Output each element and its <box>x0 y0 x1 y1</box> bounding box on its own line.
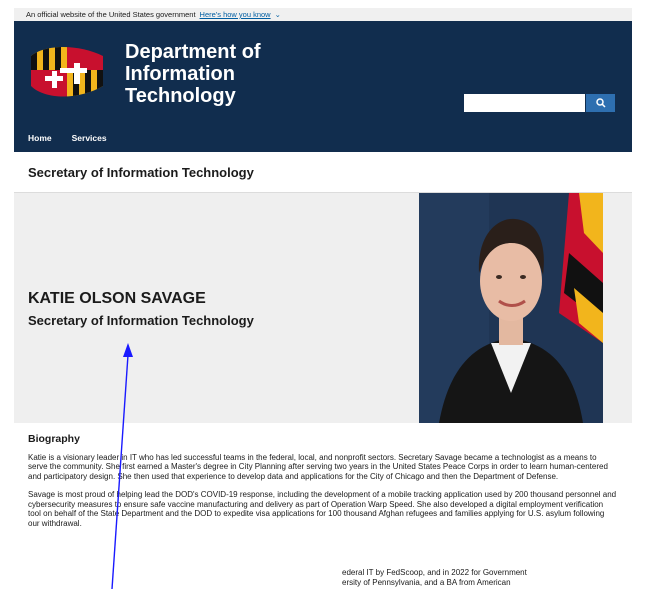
partially-visible-text: ederal IT by FedScoop, and in 2022 for G… <box>342 568 527 587</box>
site-header: Department of Information Technology Hom… <box>14 21 632 152</box>
nav-item-home[interactable]: Home <box>28 133 52 143</box>
gov-banner-text: An official website of the United States… <box>26 10 196 19</box>
portrait-photo <box>419 193 603 423</box>
brand-line: Technology <box>125 85 236 107</box>
page-title-bar: Secretary of Information Technology <box>14 152 632 193</box>
overlay-panel: ederal IT by FedScoop, and in 2022 for G… <box>0 566 646 589</box>
partial-line: ederal IT by FedScoop, and in 2022 for G… <box>342 568 527 577</box>
search-input[interactable] <box>464 94 585 112</box>
brand-line: Department of <box>125 41 261 63</box>
hero-name: KATIE OLSON SAVAGE <box>28 290 206 307</box>
biography-heading: Biography <box>28 433 80 445</box>
maryland-flag-logo-icon[interactable] <box>27 42 107 98</box>
page-title: Secretary of Information Technology <box>28 165 254 180</box>
biography-section: Biography Katie is a visionary leader in… <box>28 433 618 537</box>
nav-item-services[interactable]: Services <box>72 133 107 143</box>
how-you-know-link[interactable]: Here's how you know <box>200 10 271 19</box>
search-icon <box>595 98 606 108</box>
site-brand[interactable]: Department of Information Technology <box>125 41 261 107</box>
brand-line: Information <box>125 63 235 85</box>
main-nav: Home Services <box>28 133 107 143</box>
gov-banner: An official website of the United States… <box>14 8 632 21</box>
partial-line: ersity of Pennsylvania, and a BA from Am… <box>342 577 511 587</box>
biography-paragraph: Savage is most proud of helping lead the… <box>28 490 617 528</box>
chevron-down-icon[interactable]: ⌄ <box>275 10 281 19</box>
search-button[interactable] <box>586 94 615 112</box>
hero-subtitle: Secretary of Information Technology <box>28 313 254 328</box>
biography-paragraph: Katie is a visionary leader in IT who ha… <box>28 452 608 481</box>
hero-banner: KATIE OLSON SAVAGE Secretary of Informat… <box>14 193 632 423</box>
